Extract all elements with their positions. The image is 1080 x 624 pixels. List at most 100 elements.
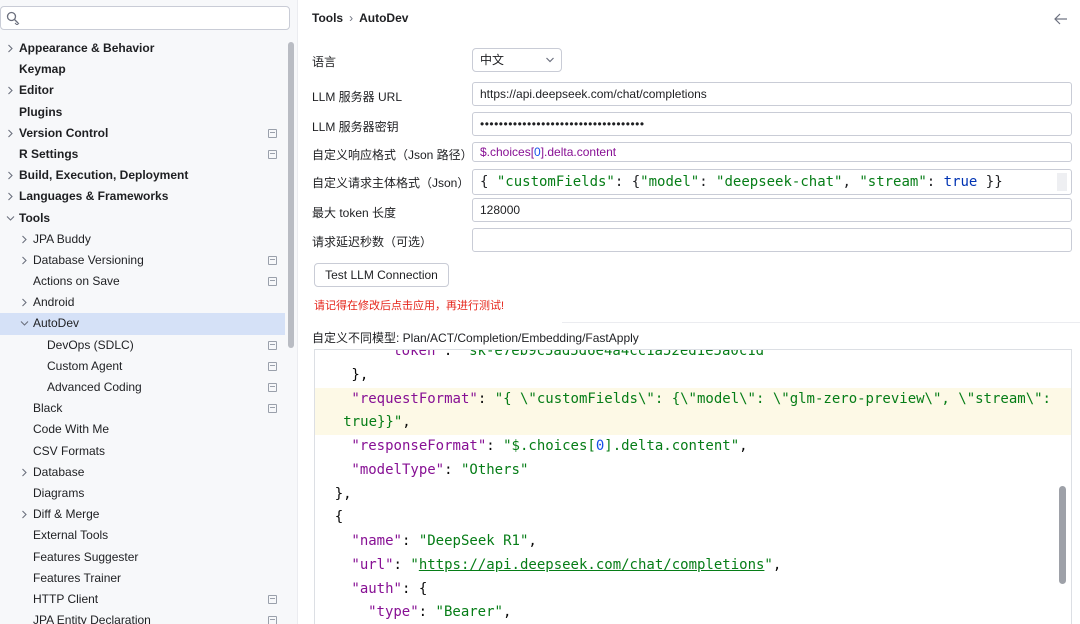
rf-token: "customFields" — [496, 174, 615, 190]
language-select[interactable]: 中文 — [472, 48, 562, 72]
sidebar-item-csv-formats[interactable]: CSV Formats — [0, 441, 285, 462]
sidebar-item-version-control[interactable]: Version Control — [0, 123, 285, 144]
sidebar-item-label: AutoDev — [33, 316, 80, 331]
sidebar-item-black[interactable]: Black — [0, 398, 285, 419]
sidebar-item-jpa-buddy[interactable]: JPA Buddy — [0, 229, 285, 250]
sidebar-item-editor[interactable]: Editor — [0, 80, 285, 101]
sidebar-item-jpa-entity-declaration[interactable]: JPA Entity Declaration — [0, 610, 285, 624]
llm-key-input[interactable]: ••••••••••••••••••••••••••••••••••• — [472, 112, 1072, 136]
sidebar-scrollbar[interactable] — [288, 42, 294, 348]
sidebar-item-features-trainer[interactable]: Features Trainer — [0, 568, 285, 589]
code-token: : — [486, 438, 504, 454]
sidebar-item-label: Actions on Save — [33, 274, 120, 289]
project-level-icon — [268, 404, 277, 414]
max-token-input[interactable]: 128000 — [472, 198, 1072, 222]
chevron-right-icon[interactable] — [20, 510, 29, 519]
sidebar-item-build-execution-deployment[interactable]: Build, Execution, Deployment — [0, 165, 285, 186]
sidebar-item-label: Features Suggester — [33, 549, 139, 564]
code-token: : { — [401, 580, 428, 597]
sidebar-item-diff-merge[interactable]: Diff & Merge — [0, 504, 285, 525]
code-token: , — [772, 556, 782, 573]
project-level-icon — [268, 255, 277, 265]
code-line: "modelType": "Others" — [315, 459, 1071, 483]
code-line: "responseFormat": "$.choices[0].delta.co… — [315, 435, 1071, 459]
chevron-right-icon[interactable] — [6, 44, 15, 53]
sidebar-item-languages-frameworks[interactable]: Languages & Frameworks — [0, 186, 285, 207]
code-line: "type": "Bearer", — [315, 601, 1071, 624]
code-token: "Others" — [460, 461, 529, 478]
test-llm-connection-button[interactable]: Test LLM Connection — [314, 263, 449, 287]
sidebar-item-label: CSV Formats — [33, 443, 106, 458]
sidebar-item-label: Black — [33, 401, 63, 416]
section-divider — [562, 322, 1080, 323]
sidebar-item-database-versioning[interactable]: Database Versioning — [0, 250, 285, 271]
code-line: }, — [315, 483, 1071, 507]
code-token: : — [477, 390, 495, 407]
project-level-icon — [268, 361, 277, 371]
delay-label: 请求延迟秒数（可选） — [312, 235, 433, 249]
sidebar-item-r-settings[interactable]: R Settings — [0, 144, 285, 165]
editor-scrollbar[interactable] — [1059, 486, 1066, 584]
rf-token: : { — [614, 174, 641, 190]
chevron-right-icon[interactable] — [20, 298, 29, 307]
sidebar-item-plugins[interactable]: Plugins — [0, 102, 285, 123]
sidebar-item-autodev[interactable]: AutoDev — [0, 313, 285, 335]
chevron-right-icon[interactable] — [6, 171, 15, 180]
code-token: : — [418, 604, 436, 621]
rf-token: "model" — [640, 174, 700, 190]
settings-tree: Appearance & Behavior Keymap Editor Plugins… — [0, 38, 285, 624]
sidebar-item-label: DevOps (SDLC) — [47, 337, 134, 352]
breadcrumb-parent[interactable]: Tools — [312, 11, 343, 25]
chevron-right-icon[interactable] — [6, 192, 15, 201]
sidebar-item-label: Version Control — [19, 125, 109, 140]
sidebar-item-label: Diff & Merge — [33, 507, 100, 522]
custom-models-label: 自定义不同模型: Plan/ACT/Completion/Embedding/F… — [312, 331, 639, 345]
code-token: "{ \"customFields\": {\"model\": \"glm-z… — [494, 390, 1051, 407]
sidebar-item-tools[interactable]: Tools — [0, 208, 285, 229]
response-format-input[interactable]: $.choices[0].delta.content — [472, 142, 1072, 162]
sidebar-item-label: Editor — [19, 83, 54, 98]
chevron-down-icon[interactable] — [20, 319, 29, 328]
sidebar-item-label: Code With Me — [33, 422, 110, 437]
back-arrow-icon[interactable] — [1054, 13, 1068, 25]
chevron-right-icon[interactable] — [20, 468, 29, 477]
chevron-right-icon[interactable] — [6, 129, 15, 138]
llm-url-input[interactable]: https://api.deepseek.com/chat/completion… — [472, 82, 1072, 106]
sidebar-item-features-suggester[interactable]: Features Suggester — [0, 547, 285, 568]
sidebar-item-database[interactable]: Database — [0, 462, 285, 483]
sidebar-item-diagrams[interactable]: Diagrams — [0, 483, 285, 504]
chevron-right-icon[interactable] — [6, 86, 15, 95]
chevron-right-icon[interactable] — [20, 235, 29, 244]
sidebar-item-code-with-me[interactable]: Code With Me — [0, 419, 285, 440]
code-line: }, — [315, 364, 1071, 388]
sidebar-item-actions-on-save[interactable]: Actions on Save — [0, 271, 285, 292]
sidebar-item-keymap[interactable]: Keymap — [0, 59, 285, 80]
project-level-icon — [268, 383, 277, 392]
code-token: "sk-e7eb9c5ad5d6e4a4cc1a52ed1e5a0c1d" — [460, 349, 773, 359]
sidebar-item-label: JPA Entity Declaration — [33, 613, 151, 624]
code-token: "token" — [384, 349, 444, 359]
request-format-input[interactable]: { "customFields": {"model": "deepseek-ch… — [472, 169, 1072, 195]
code-token: : — [444, 461, 461, 478]
sidebar-item-label: Custom Agent — [47, 358, 123, 373]
delay-input[interactable] — [472, 228, 1072, 252]
code-token: , — [402, 414, 411, 431]
sidebar-item-devops-sdlc[interactable]: DevOps (SDLC) — [0, 335, 285, 356]
sidebar-item-advanced-coding[interactable]: Advanced Coding — [0, 377, 285, 398]
request-format-scrollbar[interactable] — [1057, 173, 1067, 191]
code-token: "DeepSeek R1" — [418, 533, 529, 549]
sidebar-item-custom-agent[interactable]: Custom Agent — [0, 356, 285, 377]
code-token: { — [334, 509, 344, 526]
settings-search-input[interactable] — [0, 6, 290, 30]
sidebar-item-http-client[interactable]: HTTP Client — [0, 589, 285, 610]
chevron-right-icon[interactable] — [20, 256, 29, 265]
sidebar-item-android[interactable]: Android — [0, 292, 285, 313]
custom-models-json-editor[interactable]: "token": "sk-e7eb9c5ad5d6e4a4cc1a52ed1e5… — [314, 349, 1072, 624]
sidebar-item-appearance-behavior[interactable]: Appearance & Behavior — [0, 38, 285, 59]
code-token: , — [528, 533, 537, 549]
code-token: , — [502, 604, 512, 621]
chevron-down-icon — [546, 57, 554, 63]
sidebar-item-external-tools[interactable]: External Tools — [0, 525, 285, 546]
chevron-down-icon[interactable] — [6, 214, 15, 223]
code-token: "requestFormat" — [351, 390, 478, 407]
